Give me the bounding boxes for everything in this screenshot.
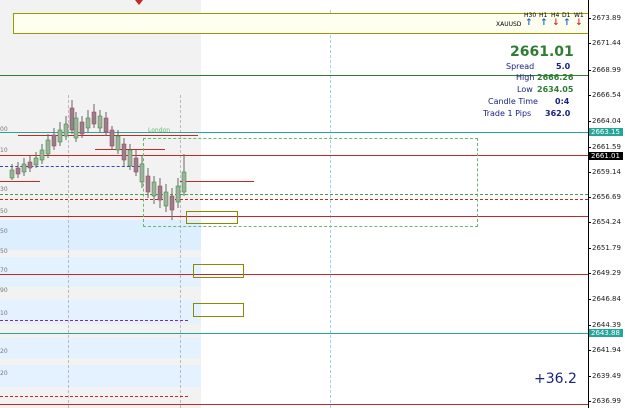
- price-tick-mark: [588, 95, 591, 96]
- price-tick-mark: [588, 222, 591, 223]
- left-level-label: 50: [0, 208, 8, 215]
- price-tick-mark: [588, 121, 591, 122]
- price-tick-mark: [588, 325, 591, 326]
- candle-body: [9, 169, 15, 179]
- high-label: High: [516, 73, 535, 82]
- low-value: 2634.05: [537, 85, 574, 94]
- low-label: Low: [517, 85, 533, 94]
- left-level-label: 90: [0, 287, 8, 294]
- price-tick-mark: [588, 43, 591, 44]
- profit-label: +36.2: [534, 371, 577, 387]
- high-value: 2666.26: [537, 73, 574, 82]
- left-level-label: 10: [0, 147, 8, 154]
- price-tick-label: 2656.69: [592, 193, 621, 201]
- candle-body: [103, 117, 109, 133]
- trade-pips-label: Trade 1 Pips: [483, 109, 532, 118]
- price-tick-label: 2668.99: [592, 66, 621, 74]
- candle-body: [15, 167, 21, 175]
- price-tick-mark: [588, 147, 591, 148]
- price-tick-mark: [588, 299, 591, 300]
- price-tick-mark: [588, 401, 591, 402]
- left-level-label: 00: [0, 126, 8, 133]
- candle-body: [21, 163, 27, 173]
- price-tick-label: 2664.04: [592, 117, 621, 125]
- price-tick-mark: [588, 197, 591, 198]
- trade-pips-value: 362.0: [545, 109, 571, 118]
- arrow-down-icon: ↓: [552, 18, 560, 28]
- candle-body: [127, 149, 133, 167]
- arrow-down-icon: ↓: [575, 18, 583, 28]
- price-tick-mark: [588, 350, 591, 351]
- candle-body: [163, 191, 169, 207]
- candlestick-series[interactable]: [0, 0, 201, 408]
- price-tag-level: 2643.88: [589, 329, 623, 337]
- price-tick-mark: [588, 248, 591, 249]
- price-tick-mark: [588, 273, 591, 274]
- left-level-label: 10: [0, 310, 8, 317]
- candle-body: [45, 139, 51, 155]
- price-tick-label: 2661.59: [592, 143, 621, 151]
- candle-body: [115, 135, 121, 151]
- candle-body: [175, 185, 181, 203]
- price-tick-label: 2639.49: [592, 372, 621, 380]
- price-tag-level: 2663.15: [589, 128, 623, 136]
- price-tick-label: 2651.79: [592, 244, 621, 252]
- left-level-label: 20: [0, 348, 8, 355]
- candle-body: [63, 123, 69, 137]
- candle-body: [79, 121, 85, 135]
- arrow-up-icon: ↑: [563, 18, 571, 28]
- chart-window[interactable]: ≈ London 0010305050507090102020 XAUUSD H…: [0, 0, 625, 408]
- candle-body: [169, 195, 175, 211]
- candle-body: [33, 157, 39, 166]
- candle-body: [27, 161, 33, 169]
- arrow-up-icon: ↑: [525, 18, 533, 28]
- candle-body: [73, 117, 79, 139]
- candle-body: [57, 129, 63, 143]
- candle-time-value: 0:4: [555, 97, 570, 106]
- left-level-label: 50: [0, 228, 8, 235]
- price-tick-label: 2636.99: [592, 397, 621, 405]
- price-tick-label: 2641.94: [592, 346, 621, 354]
- current-price-display: 2661.01: [510, 44, 574, 60]
- symbol-label: XAUUSD: [496, 21, 522, 28]
- price-tick-mark: [588, 172, 591, 173]
- candle-body: [151, 181, 157, 197]
- left-level-label: 70: [0, 267, 8, 274]
- candle-body: [39, 149, 45, 161]
- candle-time-label: Candle Time: [488, 97, 538, 106]
- spread-value: 5.0: [556, 62, 571, 71]
- price-tick-label: 2673.89: [592, 14, 621, 22]
- candle-body: [145, 175, 151, 193]
- price-tick-label: 2646.84: [592, 295, 621, 303]
- candle-body: [85, 117, 91, 129]
- price-tick-label: 2649.29: [592, 269, 621, 277]
- price-tick-label: 2659.14: [592, 168, 621, 176]
- left-level-label: 50: [0, 248, 8, 255]
- candle-body: [69, 107, 75, 131]
- candle-body: [139, 163, 145, 183]
- candle-body: [109, 129, 115, 147]
- left-level-label: 20: [0, 370, 8, 377]
- price-tick-mark: [588, 18, 591, 19]
- candle-body: [51, 134, 57, 147]
- candle-body: [157, 185, 163, 201]
- candle-body: [121, 143, 127, 161]
- price-tick-label: 2654.24: [592, 218, 621, 226]
- price-tick-label: 2644.39: [592, 321, 621, 329]
- candle-body: [181, 171, 187, 193]
- price-tag-current: 2661.01: [589, 152, 623, 160]
- spread-label: Spread: [506, 62, 535, 71]
- candle-body: [133, 157, 139, 173]
- left-level-label: 30: [0, 186, 8, 193]
- price-tick-label: 2671.44: [592, 39, 621, 47]
- price-tick-mark: [588, 376, 591, 377]
- arrow-up-icon: ↑: [540, 18, 548, 28]
- candle-body: [97, 115, 103, 129]
- candle-body: [91, 111, 97, 125]
- price-tick-mark: [588, 70, 591, 71]
- price-tick-label: 2666.54: [592, 91, 621, 99]
